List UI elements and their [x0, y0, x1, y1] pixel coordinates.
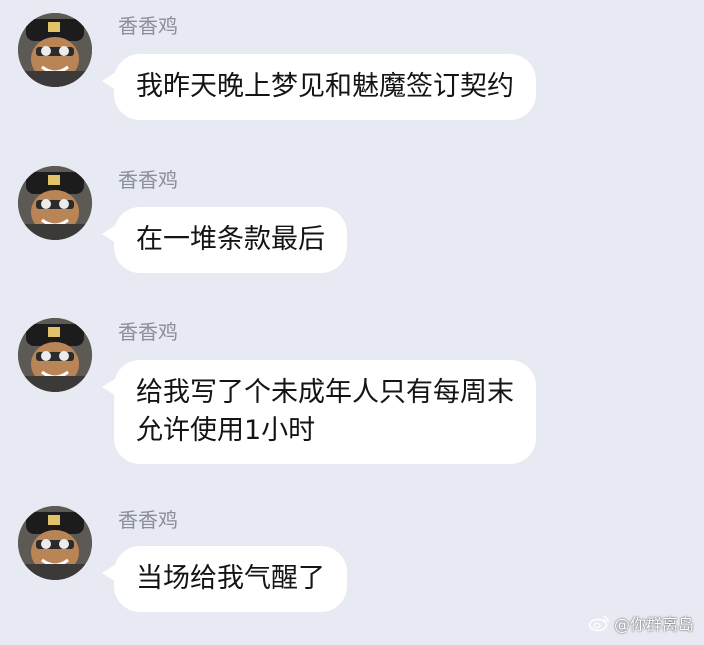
avatar-character-icon — [18, 506, 92, 580]
bubble-tail — [102, 72, 116, 90]
avatar[interactable] — [18, 166, 92, 240]
bubble-tail — [102, 225, 116, 243]
sender-name: 香香鸡 — [118, 168, 178, 192]
avatar-character-icon — [18, 13, 92, 87]
message-text: 在一堆条款最后 — [136, 224, 325, 255]
sender-name: 香香鸡 — [118, 320, 178, 344]
message-text: 我昨天晚上梦见和魅魔签订契约 — [136, 71, 514, 102]
avatar[interactable] — [18, 506, 92, 580]
watermark: @你群离岛 — [588, 611, 694, 635]
weibo-logo-icon — [588, 614, 610, 632]
message-bubble[interactable]: 当场给我气醒了 — [102, 546, 347, 612]
bubble-tail — [102, 378, 116, 396]
bubble-tail — [102, 564, 116, 582]
avatar-character-icon — [18, 318, 92, 392]
chat-conversation: 香香鸡 我昨天晚上梦见和魅魔签订契约 香香鸡 在一堆条款最后 香香鸡 给我写了个… — [0, 0, 704, 645]
sender-name: 香香鸡 — [118, 14, 178, 38]
message-text: 当场给我气醒了 — [136, 563, 325, 594]
avatar[interactable] — [18, 13, 92, 87]
message-bubble[interactable]: 给我写了个未成年人只有每周末 允许使用1小时 — [102, 360, 536, 464]
avatar[interactable] — [18, 318, 92, 392]
message-text: 给我写了个未成年人只有每周末 允许使用1小时 — [136, 377, 514, 446]
message-bubble[interactable]: 在一堆条款最后 — [102, 207, 347, 273]
message-bubble[interactable]: 我昨天晚上梦见和魅魔签订契约 — [102, 54, 536, 120]
watermark-text: @你群离岛 — [613, 615, 694, 634]
avatar-character-icon — [18, 166, 92, 240]
sender-name: 香香鸡 — [118, 508, 178, 532]
